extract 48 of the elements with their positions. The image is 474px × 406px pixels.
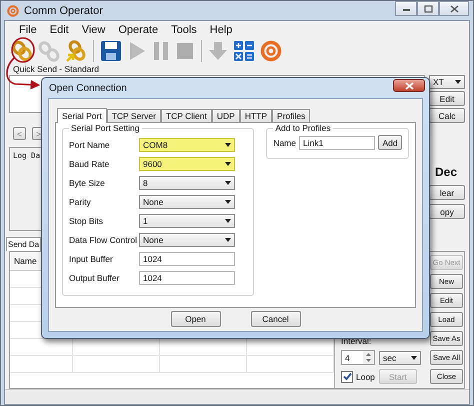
format-dropdown[interactable]: XT xyxy=(429,75,465,89)
add-button[interactable]: Add xyxy=(378,135,402,150)
tab[interactable]: HTTP xyxy=(240,109,272,122)
menu-item[interactable]: File xyxy=(13,24,43,36)
field-label: Name xyxy=(273,138,296,148)
action-button[interactable]: opy xyxy=(429,204,465,219)
menu-item[interactable]: Help xyxy=(204,24,238,36)
action-button[interactable]: lear xyxy=(429,185,465,200)
section-label: Quick Send - Standard xyxy=(13,64,99,75)
dialog-button[interactable]: Open xyxy=(170,311,220,327)
action-button[interactable]: Edit xyxy=(429,91,465,106)
tab[interactable]: Profiles xyxy=(272,109,310,122)
action-button[interactable]: Calc xyxy=(429,108,465,123)
menu-item[interactable]: Operate xyxy=(112,24,164,36)
dropdown[interactable]: COM8 xyxy=(139,138,235,152)
dropdown[interactable]: None xyxy=(139,232,235,246)
field-label: Output Buffer xyxy=(69,272,120,282)
field-label: Data Flow Control xyxy=(69,234,138,244)
dropdown[interactable]: None xyxy=(139,194,235,208)
tab[interactable]: Serial Port xyxy=(57,108,107,123)
window-title: Comm Operator xyxy=(24,4,103,16)
dropdown[interactable]: 8 xyxy=(139,176,235,190)
format-label: Dec xyxy=(434,165,458,181)
input-field[interactable]: 1024 xyxy=(139,252,235,266)
dialog-button[interactable]: Cancel xyxy=(250,311,300,327)
field-label: Byte Size xyxy=(69,178,106,188)
dialog-title: Open Connection xyxy=(49,82,127,94)
menu-item[interactable]: Edit xyxy=(44,24,75,36)
field-label: Port Name xyxy=(69,140,111,150)
interval-label: Interval: xyxy=(341,336,372,346)
input-field[interactable]: Link1 xyxy=(299,136,375,150)
group-title: Serial Port Setting xyxy=(70,123,141,133)
interval-spinner[interactable]: 4 xyxy=(341,350,375,365)
group-title: Add to Profiles xyxy=(274,123,332,133)
send-data-tab[interactable]: Send Da xyxy=(6,237,42,251)
menu-item[interactable]: Tools xyxy=(165,24,203,36)
dropdown[interactable]: 1 xyxy=(139,214,235,228)
field-label: Parity xyxy=(69,196,92,206)
tab[interactable]: TCP Server xyxy=(106,109,161,122)
tab[interactable]: UDP xyxy=(212,109,240,122)
loop-label: Loop xyxy=(356,372,375,382)
tab[interactable]: TCP Client xyxy=(160,109,212,122)
dropdown[interactable]: 9600 xyxy=(139,156,235,170)
field-label: Stop Bits xyxy=(69,216,104,226)
menu-item[interactable]: View xyxy=(76,24,112,36)
unit-dropdown[interactable]: sec xyxy=(379,350,421,364)
input-field[interactable]: 1024 xyxy=(139,270,235,284)
field-label: Baud Rate xyxy=(69,158,110,168)
